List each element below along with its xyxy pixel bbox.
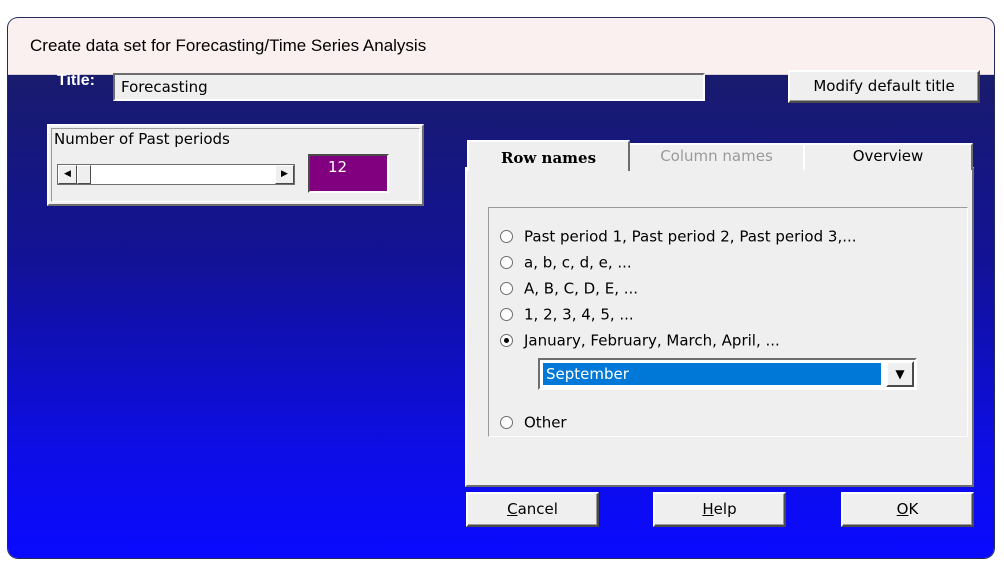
radio-button-selected[interactable] (500, 334, 513, 347)
cancel-accel: C (507, 500, 518, 518)
radio-label: a, b, c, d, e, ... (524, 253, 632, 272)
help-label-rest: elp (713, 500, 737, 518)
radio-months[interactable]: January, February, March, April, ... (500, 331, 780, 351)
window-title: Create data set for Forecasting/Time Ser… (30, 36, 427, 55)
chevron-down-icon[interactable]: ▼ (886, 361, 914, 387)
radio-uppercase-letters[interactable]: A, B, C, D, E, ... (500, 279, 638, 299)
radio-label: A, B, C, D, E, ... (524, 279, 639, 298)
past-periods-value: 12 (308, 154, 389, 193)
radio-label: January, February, March, April, ... (524, 331, 780, 350)
scrollbar-thumb[interactable] (77, 165, 91, 184)
radio-label: 1, 2, 3, 4, 5, ... (524, 305, 634, 324)
ok-button[interactable]: OK (841, 492, 974, 527)
month-select-value: September (542, 362, 882, 386)
ok-label-rest: K (908, 500, 919, 518)
past-periods-scrollbar[interactable]: ◀ ▶ (57, 164, 295, 185)
tab-row-names[interactable]: Row names (467, 140, 630, 171)
radio-label: Past period 1, Past period 2, Past perio… (524, 227, 857, 246)
title-label: Title: (57, 72, 95, 89)
radio-button[interactable] (500, 256, 513, 269)
radio-button[interactable] (500, 308, 513, 321)
radio-button[interactable] (500, 282, 513, 295)
radio-numbers[interactable]: 1, 2, 3, 4, 5, ... (500, 305, 634, 325)
modify-default-title-button[interactable]: Modify default title (788, 70, 980, 103)
ok-accel: O (896, 500, 909, 518)
past-periods-label: Number of Past periods (54, 130, 230, 148)
radio-other[interactable]: Other (500, 413, 567, 433)
title-input[interactable] (113, 73, 705, 101)
arrow-left-icon[interactable]: ◀ (58, 165, 77, 184)
radio-lowercase-letters[interactable]: a, b, c, d, e, ... (500, 253, 632, 273)
month-select[interactable]: September ▼ (538, 358, 917, 390)
tab-column-names[interactable]: Column names (628, 143, 805, 170)
cancel-label-rest: ancel (517, 500, 558, 518)
radio-button[interactable] (500, 230, 513, 243)
title-bar: Create data set for Forecasting/Time Ser… (8, 18, 994, 75)
cancel-button[interactable]: Cancel (466, 492, 599, 527)
arrow-right-icon[interactable]: ▶ (275, 165, 294, 184)
radio-button[interactable] (500, 416, 513, 429)
radio-past-period[interactable]: Past period 1, Past period 2, Past perio… (500, 227, 857, 247)
past-periods-panel: Number of Past periods ◀ ▶ 12 (47, 124, 424, 206)
help-button[interactable]: Help (653, 492, 786, 527)
tab-overview[interactable]: Overview (803, 143, 973, 170)
help-accel: H (702, 500, 714, 518)
radio-label: Other (524, 413, 567, 432)
